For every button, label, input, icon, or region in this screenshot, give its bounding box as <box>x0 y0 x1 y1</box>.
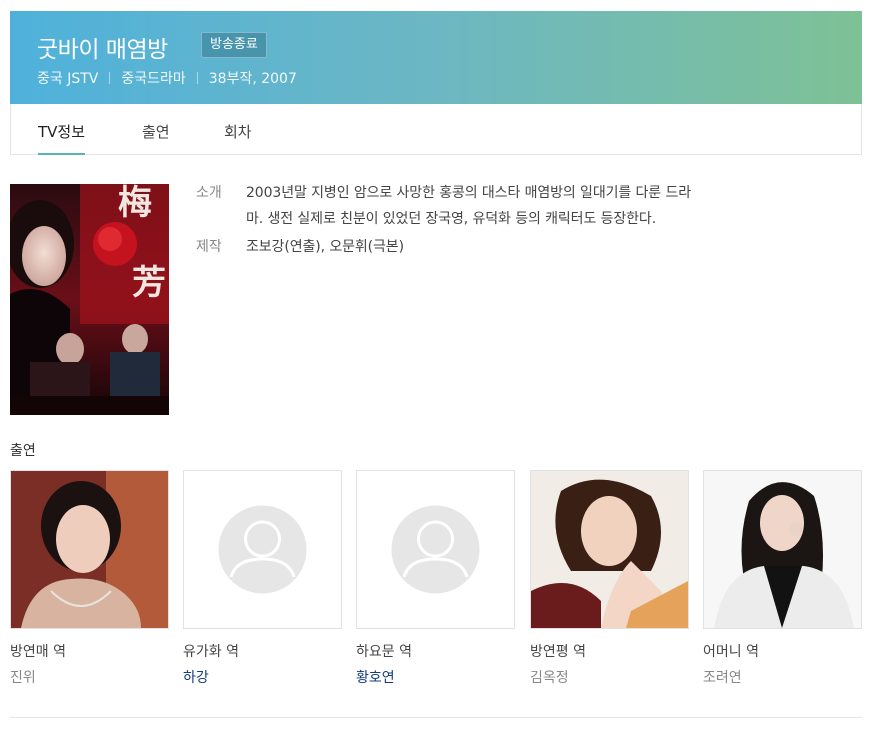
intro-text: 2003년말 지병인 암으로 사망한 홍콩의 대스타 매염방의 일대기를 다룬 … <box>246 180 691 232</box>
actor-photo-art <box>531 471 688 628</box>
actor-photo-art <box>704 471 861 628</box>
program-title: 굿바이 매염방 <box>37 37 168 63</box>
production-label: 제작 <box>196 239 222 255</box>
cast-role: 어머니 역 <box>703 644 759 660</box>
cast-role: 방연평 역 <box>530 644 586 660</box>
intro-label: 소개 <box>196 185 222 201</box>
cast-actor-link[interactable]: 하강 <box>183 667 342 687</box>
actor-photo[interactable] <box>10 470 169 629</box>
actor-photo[interactable] <box>530 470 689 629</box>
channel-link[interactable]: 중국 JSTV <box>37 68 98 88</box>
tab-tv-info[interactable]: TV정보 <box>38 121 86 155</box>
cast-card[interactable]: 하요문 역 황호연 <box>356 470 515 687</box>
cast-actor: 조려연 <box>703 670 742 686</box>
intro-line: 마. 생전 실제로 친분이 있었던 장국영, 유덕화 등의 캐릭터도 등장한다. <box>246 211 657 227</box>
program-meta: 중국 JSTV 중국드라마 38부작, 2007 <box>37 68 297 88</box>
program-info: 소개 2003년말 지병인 암으로 사망한 홍콩의 대스타 매염방의 일대기를 … <box>196 180 826 262</box>
status-badge: 방송종료 <box>201 32 267 58</box>
cast-card[interactable]: 방연매 역 진위 <box>10 470 169 687</box>
poster-art: 梅 芳 <box>10 184 169 415</box>
cast-actor: 진위 <box>10 670 36 686</box>
person-icon <box>218 505 307 594</box>
genre-link[interactable]: 중국드라마 <box>121 68 185 88</box>
tab-bar: TV정보 출연 회차 <box>10 104 862 155</box>
cast-actor-link[interactable]: 황호연 <box>356 667 515 687</box>
actor-photo[interactable] <box>703 470 862 629</box>
cast-card[interactable]: 유가화 역 하강 <box>183 470 342 687</box>
production-text: 조보강(연출), 오문휘(극본) <box>246 239 404 255</box>
cast-card[interactable]: 어머니 역 조려연 <box>703 470 862 687</box>
svg-text:梅: 梅 <box>118 184 152 223</box>
actor-photo-placeholder[interactable] <box>356 470 515 629</box>
production-row: 제작 조보강(연출), 오문휘(극본) <box>196 234 826 260</box>
program-header: 굿바이 매염방 방송종료 중국 JSTV 중국드라마 38부작, 2007 <box>10 11 862 104</box>
episodes-year: 38부작, 2007 <box>208 71 297 87</box>
actor-photo-art <box>11 471 168 628</box>
section-divider <box>10 717 862 718</box>
actor-photo-placeholder[interactable] <box>183 470 342 629</box>
cast-role: 방연매 역 <box>10 644 66 660</box>
meta-divider <box>109 72 111 84</box>
cast-card[interactable]: 방연평 역 김옥정 <box>530 470 689 687</box>
cast-actor: 김옥정 <box>530 670 569 686</box>
cast-section-title: 출연 <box>10 443 36 459</box>
person-icon <box>391 505 480 594</box>
svg-text:芳: 芳 <box>132 263 166 303</box>
cast-role: 유가화 역 <box>183 644 239 660</box>
poster-image[interactable]: 梅 芳 <box>10 184 169 415</box>
tab-episodes[interactable]: 회차 <box>224 121 252 142</box>
intro-line: 2003년말 지병인 암으로 사망한 홍콩의 대스타 매염방의 일대기를 다룬 … <box>246 185 691 201</box>
tab-cast[interactable]: 출연 <box>142 121 170 142</box>
meta-divider <box>196 72 198 84</box>
cast-role: 하요문 역 <box>356 644 412 660</box>
intro-row: 소개 2003년말 지병인 암으로 사망한 홍콩의 대스타 매염방의 일대기를 … <box>196 180 826 232</box>
